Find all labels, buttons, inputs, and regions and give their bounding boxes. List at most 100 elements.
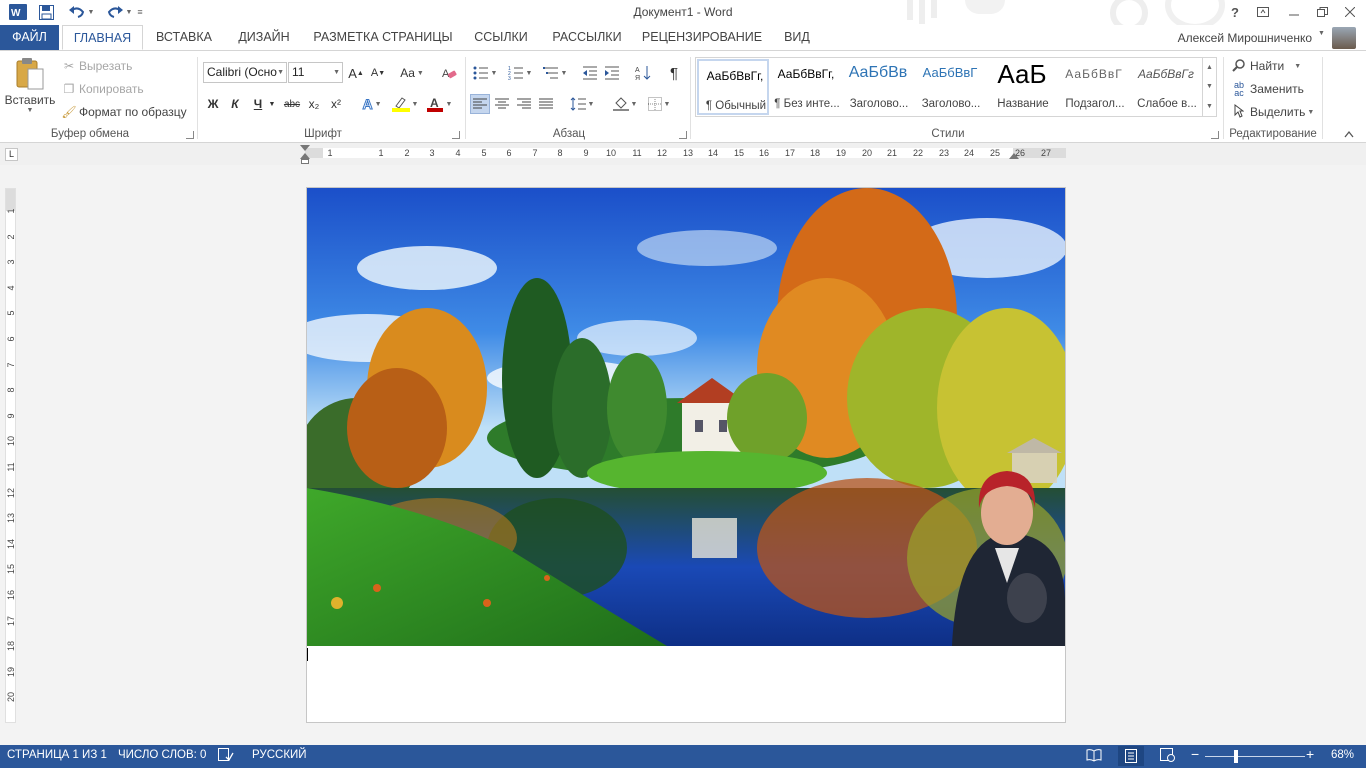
web-layout-icon[interactable] (1160, 748, 1176, 765)
ruler-number: 14 (707, 148, 718, 158)
italic-button[interactable]: К (225, 94, 245, 114)
format-painter-button[interactable]: 🖌 Формат по образцу (61, 103, 187, 121)
styles-scroll-up[interactable]: ▲ (1202, 58, 1216, 77)
right-indent-marker[interactable] (1009, 153, 1019, 159)
justify-icon (539, 98, 553, 109)
tab-layout[interactable]: РАЗМЕТКА СТРАНИЦЫ (308, 25, 458, 50)
align-left-button[interactable] (470, 94, 490, 114)
user-name[interactable]: Алексей Мирошниченко (1178, 31, 1312, 45)
tab-references[interactable]: ССЫЛКИ (468, 25, 534, 50)
highlighter-icon (391, 97, 410, 112)
decrease-indent-button[interactable] (580, 63, 600, 83)
language[interactable]: РУССКИЙ (252, 749, 307, 761)
change-case-button[interactable]: Aa ▼ (397, 63, 427, 83)
ribbon-display-options-button[interactable] (1250, 2, 1276, 22)
help-button[interactable]: ? (1222, 2, 1248, 22)
style-subtle-emphasis[interactable]: АаБбВвГг Слабое в... (1130, 59, 1202, 115)
tab-review[interactable]: РЕЦЕНЗИРОВАНИЕ (640, 25, 764, 50)
avatar[interactable] (1332, 27, 1356, 49)
read-mode-icon[interactable] (1086, 748, 1102, 765)
superscript-button[interactable]: x² (326, 94, 346, 114)
text-cursor (307, 648, 308, 661)
proofing-icon[interactable] (218, 748, 234, 765)
tab-home[interactable]: ГЛАВНАЯ (62, 25, 143, 50)
collapse-ribbon-icon[interactable] (1344, 127, 1354, 141)
subscript-button[interactable]: x₂ (304, 94, 324, 114)
clear-formatting-button[interactable]: A (439, 63, 459, 83)
borders-button[interactable]: ▼ (644, 94, 674, 114)
style-subtitle[interactable]: АаБбВвГ Подзагол... (1058, 59, 1130, 115)
style-name: Подзагол... (1065, 98, 1125, 110)
shading-button[interactable]: ▼ (610, 94, 640, 114)
align-center-button[interactable] (492, 94, 512, 114)
underline-dropdown[interactable]: ▼ (266, 94, 278, 114)
first-line-indent-marker[interactable] (300, 145, 310, 151)
style-no-spacing[interactable]: АаБбВвГг, ¶ Без инте... (770, 59, 842, 115)
grow-font-button[interactable]: A ▲ (346, 63, 366, 83)
style-title[interactable]: АаБ Название (986, 59, 1058, 115)
user-dropdown-icon[interactable]: ▼ (1318, 30, 1325, 37)
styles-scroll-down[interactable]: ▼ (1202, 77, 1216, 96)
align-center-icon (495, 98, 509, 109)
page-count[interactable]: СТРАНИЦА 1 ИЗ 1 (7, 749, 107, 761)
select-button[interactable]: Выделить ▼ (1230, 103, 1314, 121)
tab-selector[interactable]: L (5, 148, 18, 161)
tab-design[interactable]: ДИЗАЙН (230, 25, 298, 50)
style-heading-1[interactable]: АаБбВв Заголово... (842, 59, 914, 115)
close-button[interactable] (1337, 2, 1363, 22)
font-name-combo[interactable]: Calibri (Осно ▼ (203, 62, 287, 83)
style-normal[interactable]: АаБбВвГг, ¶ Обычный (697, 59, 769, 115)
copy-button[interactable]: ❐ Копировать (61, 80, 144, 98)
style-heading-2[interactable]: АаБбВвГ Заголово... (914, 59, 986, 115)
tab-view[interactable]: ВИД (776, 25, 818, 50)
font-dialog-launcher[interactable] (452, 131, 460, 139)
restore-button[interactable] (1309, 2, 1335, 22)
find-button[interactable]: Найти ▼ (1230, 57, 1301, 75)
word-count[interactable]: ЧИСЛО СЛОВ: 0 (118, 749, 206, 761)
paste-button[interactable]: Вставить ▼ (4, 57, 56, 123)
zoom-out-button[interactable]: − (1191, 746, 1199, 762)
style-preview: АаБбВвГг, (706, 69, 764, 83)
shrink-font-button[interactable]: A ▼ (368, 63, 388, 83)
font-size-combo[interactable]: 11 ▼ (288, 62, 343, 83)
styles-dialog-launcher[interactable] (1211, 131, 1219, 139)
text-effects-button[interactable]: A ▼ (358, 94, 386, 114)
numbering-button[interactable]: 1 2 3 ▼ (505, 63, 535, 83)
tab-mailings[interactable]: РАССЫЛКИ (545, 25, 629, 50)
bold-button[interactable]: Ж (203, 94, 223, 114)
inserted-picture[interactable] (307, 188, 1065, 646)
tab-file[interactable]: ФАЙЛ (0, 25, 59, 50)
cut-button[interactable]: ✂ Вырезать (61, 57, 132, 75)
format-painter-label: Формат по образцу (79, 105, 187, 119)
styles-group-label: Стили (931, 128, 965, 140)
increase-indent-button[interactable] (602, 63, 622, 83)
clipboard-dialog-launcher[interactable] (186, 131, 194, 139)
zoom-slider-thumb[interactable] (1234, 750, 1238, 763)
print-layout-icon[interactable] (1118, 746, 1144, 766)
zoom-level[interactable]: 68% (1331, 749, 1354, 761)
sort-button[interactable]: AЯ (633, 63, 653, 83)
replace-button[interactable]: ab ac Заменить (1230, 80, 1304, 98)
chevron-down-icon: ▼ (1294, 62, 1302, 70)
left-indent-marker[interactable] (301, 159, 309, 164)
divider (465, 57, 466, 139)
underline-button[interactable]: Ч (248, 94, 268, 114)
align-right-button[interactable] (514, 94, 534, 114)
ruler-number: 19 (835, 148, 846, 158)
highlight-button[interactable]: ▼ (390, 94, 420, 114)
minimize-button[interactable] (1281, 2, 1307, 22)
cursor-icon (1230, 103, 1248, 121)
zoom-slider[interactable] (1205, 756, 1305, 757)
font-color-button[interactable]: A ▼ (424, 94, 454, 114)
bullets-button[interactable]: ▼ (470, 63, 500, 83)
multilevel-list-button[interactable]: ▼ (540, 63, 570, 83)
zoom-in-button[interactable]: + (1306, 746, 1314, 762)
styles-more-button[interactable]: ▼ (1202, 96, 1216, 116)
line-spacing-button[interactable]: ▼ (567, 94, 597, 114)
strikethrough-button[interactable]: abc (282, 94, 302, 114)
paragraph-dialog-launcher[interactable] (679, 131, 687, 139)
styles-gallery: АаБбВвГг, ¶ Обычный АаБбВвГг, ¶ Без инте… (695, 57, 1217, 117)
tab-insert[interactable]: ВСТАВКА (150, 25, 218, 50)
justify-button[interactable] (536, 94, 556, 114)
show-formatting-button[interactable]: ¶ (664, 63, 684, 83)
